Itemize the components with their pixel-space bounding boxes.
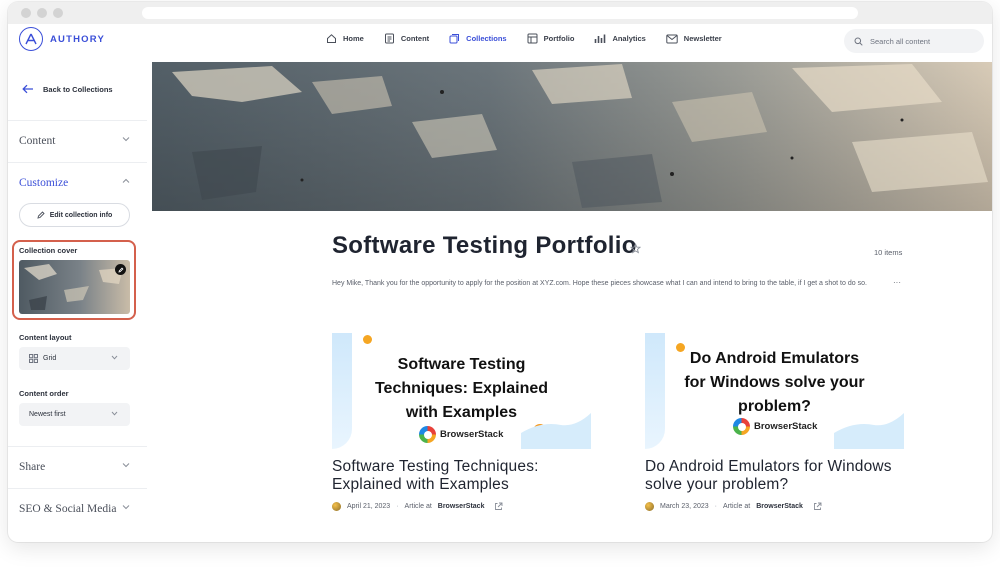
section-customize-title: Customize (19, 177, 69, 189)
content-order-label: Content order (19, 389, 69, 398)
decorative-dot (363, 335, 372, 344)
edit-collection-info-label: Edit collection info (49, 211, 113, 219)
card-date: March 23, 2023 (660, 503, 709, 510)
card-thumbnail-heading: Software Testing Techniques: Explained w… (374, 356, 549, 421)
nav-content[interactable]: Content (384, 33, 429, 44)
card-thumbnail-heading: Do Android Emulators for Windows solve y… (684, 350, 865, 415)
nav-home-label: Home (343, 34, 364, 43)
pencil-icon (37, 211, 45, 219)
chevron-down-icon (111, 355, 118, 360)
browserstack-logo-text: BrowserStack (440, 429, 504, 440)
browserstack-logo: BrowserStack (419, 426, 503, 443)
card-source[interactable]: BrowserStack (756, 503, 803, 510)
external-link-icon[interactable] (494, 502, 503, 511)
card-meta: March 23, 2023 · Article at BrowserStack (645, 502, 822, 511)
app-window: AUTHORY Home Content Collections Portfol… (8, 2, 992, 542)
authory-logo[interactable]: AUTHORY (19, 27, 105, 51)
edit-collection-info-button[interactable]: Edit collection info (19, 203, 130, 227)
nav-newsletter-label: Newsletter (683, 34, 722, 43)
title-bar (8, 2, 992, 24)
content-icon (384, 33, 394, 44)
card-thumbnail[interactable]: Do Android Emulators for Windows solve y… (645, 333, 904, 449)
content-layout-value: Grid (43, 355, 57, 362)
content-order-select[interactable]: Newest first (19, 403, 130, 426)
nav-analytics[interactable]: Analytics (594, 33, 646, 44)
nav-collections[interactable]: Collections (449, 33, 507, 44)
author-avatar (332, 502, 341, 511)
analytics-icon (595, 34, 606, 43)
external-link-icon[interactable] (813, 502, 822, 511)
logo-mark-icon (19, 27, 43, 51)
chevron-down-icon (122, 463, 130, 468)
collection-title: Software Testing Portfolio (332, 232, 637, 259)
card-date: April 21, 2023 (347, 503, 391, 510)
content-layout-label: Content layout (19, 333, 72, 342)
nav-analytics-label: Analytics (612, 34, 646, 43)
search-input[interactable]: Search all content (844, 29, 984, 53)
portfolio-icon (527, 33, 538, 44)
newsletter-icon (666, 34, 678, 43)
chevron-down-icon (111, 411, 118, 416)
card-type: Article at (404, 503, 432, 510)
star-icon[interactable] (630, 243, 641, 254)
section-seo-social[interactable]: SEO & Social Media (8, 488, 147, 530)
card-type: Article at (723, 503, 751, 510)
browserstack-logo: BrowserStack (733, 418, 817, 435)
collection-cover-image (152, 62, 992, 211)
card-thumbnail[interactable]: Software Testing Techniques: Explained w… (332, 333, 591, 449)
card-meta: April 21, 2023 · Article at BrowserStack (332, 502, 503, 511)
home-icon (327, 34, 336, 43)
maximize-window-dot[interactable] (53, 8, 63, 18)
section-customize[interactable]: Customize (8, 162, 147, 204)
nav-portfolio-label: Portfolio (543, 34, 575, 43)
grid-icon (29, 354, 38, 363)
logo-text: AUTHORY (50, 33, 106, 45)
section-seo-social-title: SEO & Social Media (19, 503, 117, 515)
author-avatar (645, 502, 654, 511)
address-bar[interactable] (142, 7, 858, 19)
card-title[interactable]: Do Android Emulators for Windows solve y… (645, 458, 904, 494)
more-options-icon[interactable]: ··· (893, 278, 901, 287)
content-layout-select[interactable]: Grid (19, 347, 130, 370)
chevron-down-icon (122, 505, 130, 510)
close-window-dot[interactable] (21, 8, 31, 18)
main-nav: Home Content Collections Portfolio Analy… (326, 33, 742, 44)
search-icon (854, 37, 863, 46)
back-to-collections-link[interactable]: Back to Collections (22, 84, 113, 94)
items-count: 10 items (874, 248, 903, 257)
section-share-title: Share (19, 461, 46, 473)
pencil-icon (117, 267, 123, 273)
sidebar: Back to Collections Content Customize Ed… (8, 62, 147, 542)
collection-description: Hey Mike, Thank you for the opportunity … (332, 280, 867, 287)
section-content-title: Content (19, 135, 56, 147)
card-source[interactable]: BrowserStack (438, 503, 485, 510)
meta-separator: · (714, 503, 717, 510)
section-share[interactable]: Share (8, 446, 147, 488)
edit-cover-button[interactable] (115, 264, 126, 275)
back-label: Back to Collections (43, 84, 113, 94)
collection-cover-label: Collection cover (19, 246, 78, 255)
chevron-up-icon (122, 178, 130, 183)
browserstack-logo-icon (733, 418, 750, 435)
nav-collections-label: Collections (466, 34, 507, 43)
browserstack-logo-icon (419, 426, 436, 443)
nav-portfolio[interactable]: Portfolio (527, 33, 575, 44)
arrow-left-icon (22, 84, 33, 94)
search-placeholder: Search all content (870, 36, 931, 46)
content-order-value: Newest first (29, 411, 66, 418)
nav-content-label: Content (400, 34, 430, 43)
top-navigation: AUTHORY Home Content Collections Portfol… (8, 24, 992, 62)
card-title[interactable]: Software Testing Techniques: Explained w… (332, 458, 572, 494)
section-content[interactable]: Content (8, 120, 147, 162)
chevron-down-icon (122, 137, 130, 142)
collection-cover-thumbnail[interactable] (19, 260, 130, 314)
nav-home[interactable]: Home (326, 33, 364, 44)
minimize-window-dot[interactable] (37, 8, 47, 18)
collections-icon (449, 34, 460, 44)
browserstack-logo-text: BrowserStack (754, 421, 818, 432)
meta-separator: · (396, 503, 399, 510)
nav-newsletter[interactable]: Newsletter (666, 33, 722, 44)
